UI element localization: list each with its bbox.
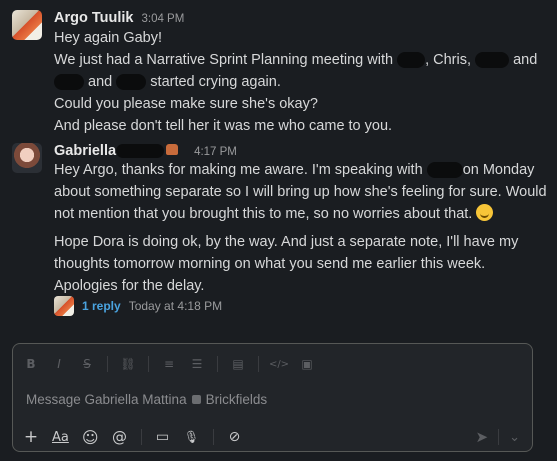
- smile-emoji-icon: [476, 204, 494, 221]
- toolbar-divider: [258, 356, 259, 372]
- plus-icon[interactable]: +: [23, 427, 39, 447]
- link-icon[interactable]: ⛓: [120, 356, 136, 372]
- message-text-segment: , Chris,: [425, 52, 471, 68]
- send-options-icon[interactable]: ⌄: [509, 430, 520, 445]
- message-text: Could you please make sure she's okay?: [54, 96, 318, 112]
- thread-summary[interactable]: 1 reply Today at 4:18 PM: [54, 296, 222, 316]
- message-text: about something separate so I will bring…: [54, 184, 547, 200]
- toolbar-divider: [140, 429, 142, 445]
- avatar[interactable]: [12, 10, 42, 40]
- avatar[interactable]: [12, 143, 42, 173]
- message-text: and started crying again.: [54, 71, 281, 93]
- message-header: Gabriella 4:17 PM: [54, 143, 237, 159]
- placeholder-text: Message Gabriella Mattina: [26, 392, 187, 407]
- mention-icon[interactable]: @: [112, 428, 128, 446]
- code-icon[interactable]: </>: [269, 356, 289, 372]
- message-header: Argo Tuulik 3:04 PM: [54, 10, 184, 26]
- placeholder-org: Brickfields: [205, 392, 268, 407]
- message-text: thoughts tomorrow morning on what you se…: [54, 256, 486, 272]
- toolbar-divider: [148, 356, 149, 372]
- reply-count-link[interactable]: 1 reply: [82, 299, 121, 313]
- message-text-segment: on Monday: [462, 162, 535, 178]
- code-block-icon[interactable]: ▣: [299, 356, 315, 372]
- composer-actions: + Aa ☺ @ ▭ 🎙 ⊘: [23, 427, 243, 447]
- message-text: We just had a Narrative Sprint Planning …: [54, 49, 537, 71]
- strikethrough-icon[interactable]: S: [79, 356, 95, 372]
- send-icon[interactable]: ➤: [476, 428, 489, 446]
- message-composer[interactable]: B I S ⛓ ≡ ☰ ▤ </> ▣ Message Gabriella Ma…: [12, 343, 533, 452]
- status-emoji-icon: [166, 144, 179, 155]
- ordered-list-icon[interactable]: ≡: [161, 356, 177, 372]
- redacted-name: [116, 144, 165, 159]
- thread-participant-avatar: [54, 296, 74, 316]
- send-divider: [498, 429, 500, 445]
- message-text: Hope Dora is doing ok, by the way. And j…: [54, 234, 519, 250]
- toolbar-divider: [107, 356, 108, 372]
- author-name[interactable]: Gabriella: [54, 143, 179, 159]
- redacted-name: [475, 52, 510, 69]
- emoji-icon[interactable]: ☺: [82, 428, 99, 447]
- message-text: Apologies for the delay.: [54, 278, 205, 294]
- redacted-name: [426, 162, 463, 179]
- video-icon[interactable]: ▭: [155, 428, 171, 446]
- last-reply-time: Today at 4:18 PM: [128, 299, 223, 313]
- toolbar-divider: [217, 356, 218, 372]
- message-text-segment: and: [88, 74, 113, 90]
- blockquote-icon[interactable]: ▤: [230, 356, 246, 372]
- microphone-icon[interactable]: 🎙: [184, 428, 200, 446]
- redacted-name: [397, 52, 426, 69]
- italic-icon[interactable]: I: [51, 356, 67, 372]
- redacted-name: [116, 74, 147, 91]
- bold-icon[interactable]: B: [23, 356, 39, 372]
- message-timestamp[interactable]: 3:04 PM: [141, 13, 184, 25]
- toolbar-divider: [212, 429, 214, 445]
- send-controls: ➤ ⌄: [476, 428, 520, 446]
- organization-icon: [191, 395, 201, 404]
- message-text-segment: We just had a Narrative Sprint Planning …: [54, 52, 394, 68]
- formatting-icon[interactable]: Aa: [52, 428, 69, 446]
- message-input[interactable]: Message Gabriella Mattina Brickfields: [26, 392, 267, 407]
- message-text-segment: started crying again.: [150, 74, 281, 90]
- slash-command-icon[interactable]: ⊘: [227, 428, 243, 446]
- message-text: Hey again Gaby!: [54, 30, 163, 46]
- message-text-segment: and: [513, 52, 538, 68]
- message-timestamp[interactable]: 4:17 PM: [194, 146, 237, 158]
- formatting-toolbar: B I S ⛓ ≡ ☰ ▤ </> ▣: [23, 356, 315, 372]
- bulleted-list-icon[interactable]: ☰: [189, 356, 205, 372]
- author-name-text: Gabriella: [54, 143, 117, 159]
- message-text: not mention that you brought this to me,…: [54, 203, 494, 225]
- message-text-segment: not mention that you brought this to me,…: [54, 206, 473, 222]
- author-name[interactable]: Argo Tuulik: [54, 10, 133, 26]
- redacted-name: [54, 74, 84, 91]
- message-text-segment: Hey Argo, thanks for making me aware. I'…: [54, 162, 423, 178]
- message-text: Hey Argo, thanks for making me aware. I'…: [54, 159, 534, 181]
- message-text: And please don't tell her it was me who …: [54, 118, 393, 134]
